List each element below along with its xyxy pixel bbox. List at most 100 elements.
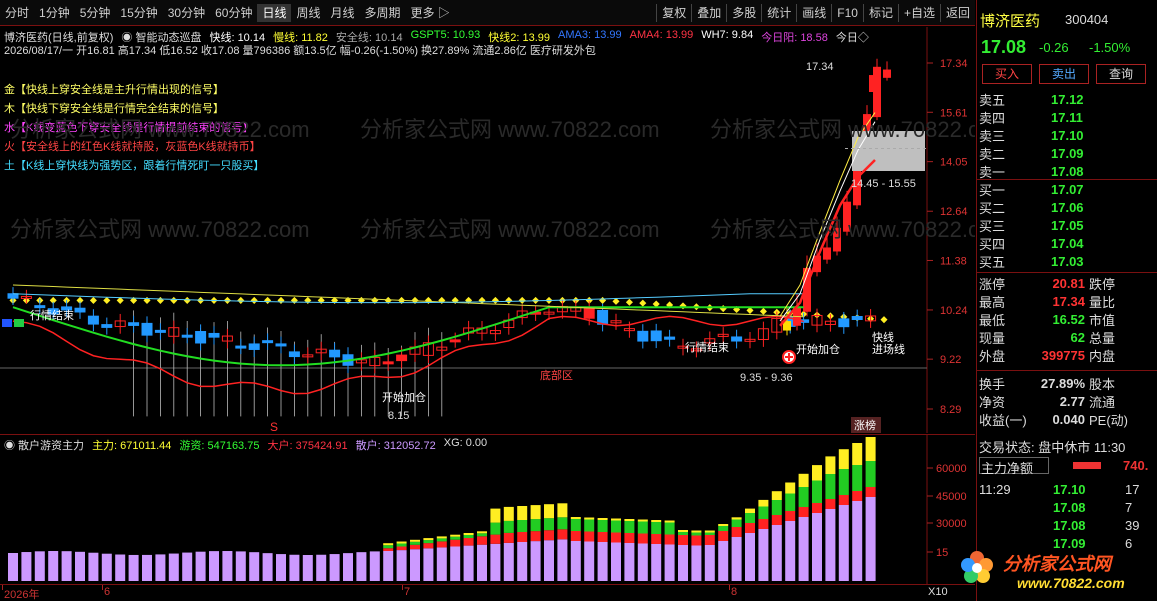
period-tab[interactable]: 周线 xyxy=(291,4,325,22)
retail-bar xyxy=(838,505,849,581)
stat-row: 最高 17.34 量比 xyxy=(977,292,1157,310)
bid-row[interactable]: 买三 17.05 xyxy=(977,216,1157,234)
hot-money-bar xyxy=(463,535,474,538)
retail-bar xyxy=(168,553,179,581)
retail-bar xyxy=(61,551,72,581)
retail-bar xyxy=(637,543,648,581)
hot-money-bar xyxy=(490,522,501,535)
date-tick-label: 2026年 xyxy=(4,589,40,601)
period-tab[interactable]: 多周期 xyxy=(360,4,406,22)
main-force-bar xyxy=(785,482,796,494)
hot-money-bar xyxy=(450,536,461,540)
date-tick-label: 6 xyxy=(104,586,111,598)
main-force-bar xyxy=(825,456,836,474)
candle-body xyxy=(597,309,609,325)
hot-money-bar xyxy=(785,493,796,511)
retail-bar xyxy=(369,551,380,581)
toolbar-button[interactable]: F10 xyxy=(831,3,863,22)
large-holder-bar xyxy=(798,507,809,517)
retail-bar xyxy=(289,554,300,581)
ask-row[interactable]: 卖三 17.10 xyxy=(977,126,1157,144)
tick-volume: 7 xyxy=(1125,499,1133,515)
retail-bar xyxy=(785,521,796,581)
divider xyxy=(977,179,1157,180)
main-kline-chart[interactable]: 博济医药(日线,前复权) ◉ 智能动态巡盘 快线: 10.14 慢线: 11.82 安全… xyxy=(0,27,975,433)
toolbar-button[interactable]: 复权 xyxy=(656,3,691,22)
bid-row[interactable]: 买一 17.07 xyxy=(977,180,1157,198)
toolbar-button[interactable]: 叠加 xyxy=(691,3,726,22)
toolbar-button[interactable]: 多股 xyxy=(726,3,761,22)
hot-money-bar xyxy=(570,519,581,531)
main-force-bar xyxy=(838,449,849,469)
tick-volume: 39 xyxy=(1125,517,1140,533)
ask-row[interactable]: 卖二 17.09 xyxy=(977,144,1157,162)
hot-money-bar xyxy=(825,474,836,499)
date-axis: 2026年 6 7 8 X10 xyxy=(0,584,975,601)
hot-money-bar xyxy=(477,533,487,537)
order-level-label: 买一 xyxy=(979,182,1006,198)
large-holder-bar xyxy=(450,539,461,547)
buy-button[interactable]: 买入 xyxy=(982,64,1032,84)
hot-money-bar xyxy=(410,541,420,545)
entry-line-dot xyxy=(89,296,97,304)
ask-row[interactable]: 卖五 17.12 xyxy=(977,90,1157,108)
toolbar-button[interactable]: 统计 xyxy=(761,3,796,22)
period-tab[interactable]: 30分钟 xyxy=(163,4,210,22)
period-tab[interactable]: 60分钟 xyxy=(210,4,257,22)
order-price: 17.11 xyxy=(1051,109,1083,125)
retail-bar xyxy=(262,553,273,581)
entry-line-dot xyxy=(505,296,513,304)
order-price: 17.10 xyxy=(1051,127,1084,143)
toolbar-button[interactable]: 标记 xyxy=(862,3,898,22)
ask-row[interactable]: 卖一 17.08 xyxy=(977,162,1157,180)
fund-flow-chart[interactable]: ◉ 散户游资主力 主力: 671011.44 游资: 547163.75 大户: 37… xyxy=(0,434,975,585)
period-tab[interactable]: 更多 ▷ xyxy=(406,4,455,22)
large-holder-bar xyxy=(745,523,755,533)
toolbar-button[interactable]: 返回 xyxy=(939,3,975,22)
period-tab[interactable]: 1分钟 xyxy=(34,4,75,22)
net-flow-bar xyxy=(1073,462,1101,469)
bid-row[interactable]: 买二 17.06 xyxy=(977,198,1157,216)
price-tick-label: 14.05 xyxy=(940,157,968,169)
retail-bar xyxy=(570,541,581,581)
tick-price: 17.08 xyxy=(1053,499,1086,515)
stat-row: 最低 16.52 市值 xyxy=(977,310,1157,328)
watermark-text: 分析家公式网 www.70822.com xyxy=(710,117,975,142)
retail-bar xyxy=(517,542,528,581)
order-price: 17.08 xyxy=(1051,163,1084,179)
period-tab[interactable]: 日线 xyxy=(257,3,292,22)
retail-bar xyxy=(651,544,662,581)
date-tick xyxy=(2,585,3,590)
main-force-bar xyxy=(557,503,568,518)
query-button[interactable]: 查询 xyxy=(1096,64,1146,84)
bid-row[interactable]: 买四 17.04 xyxy=(977,234,1157,252)
sell-button[interactable]: 卖出 xyxy=(1039,64,1089,84)
toolbar-button[interactable]: +自选 xyxy=(897,3,940,22)
large-holder-bar xyxy=(825,499,836,509)
main-force-bar xyxy=(597,518,608,520)
retail-bar xyxy=(611,542,621,581)
period-tab[interactable]: 15分钟 xyxy=(115,4,162,22)
period-tab[interactable]: 5分钟 xyxy=(75,4,116,22)
volume-tick-label: 30000 xyxy=(936,518,967,530)
bid-row[interactable]: 买五 17.03 xyxy=(977,252,1157,270)
ask-row[interactable]: 卖四 17.11 xyxy=(977,108,1157,126)
entry-line-dot xyxy=(679,302,687,310)
retail-bar xyxy=(235,551,246,581)
tick-price: 17.10 xyxy=(1053,481,1086,497)
retail-bar xyxy=(745,533,755,581)
hot-money-bar xyxy=(704,532,715,535)
large-holder-bar xyxy=(463,538,474,546)
toolbar-button[interactable]: 画线 xyxy=(796,3,831,22)
bottom-zone-label: 底部区 xyxy=(540,368,573,382)
hot-money-bar xyxy=(436,538,447,542)
kline-plot[interactable]: 17.3415.6114.0512.6411.3810.249.228.2917… xyxy=(0,27,975,433)
stat-value: 399775 xyxy=(1041,347,1085,363)
period-tab[interactable]: 分时 xyxy=(0,4,34,22)
main-force-bar xyxy=(852,443,863,465)
stat-label: 收益(一) xyxy=(979,412,1027,428)
retail-bar xyxy=(544,540,554,581)
retail-bar xyxy=(383,551,394,581)
net-flow-label[interactable]: 主力净额 xyxy=(979,457,1049,476)
period-tab[interactable]: 月线 xyxy=(326,4,360,22)
